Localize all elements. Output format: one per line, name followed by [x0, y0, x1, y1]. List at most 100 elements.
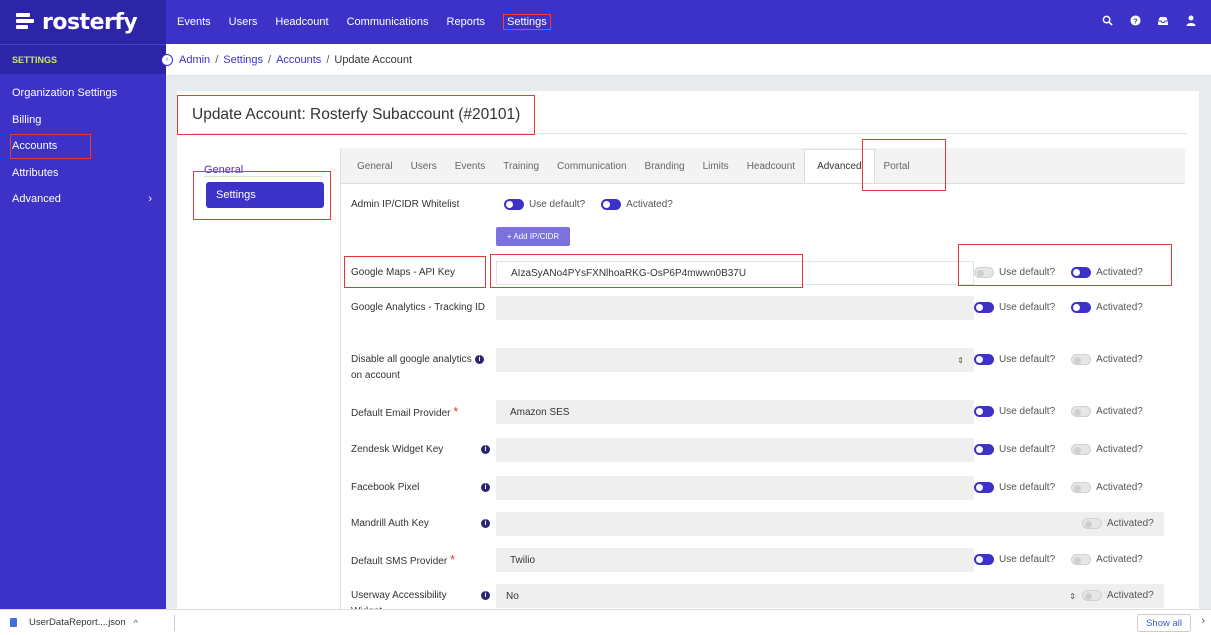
- toggle-label: Use default?: [999, 482, 1056, 493]
- breadcrumb-accounts[interactable]: Accounts: [276, 54, 321, 66]
- sidebar-item-label: Billing: [12, 113, 42, 126]
- activated-toggle[interactable]: Activated?: [1071, 444, 1143, 455]
- sidebar-item-advanced[interactable]: Advanced ›: [0, 186, 166, 213]
- toggle-switch[interactable]: [1071, 302, 1092, 313]
- nav-events[interactable]: Events: [177, 16, 211, 28]
- toggle-group: Activated?: [1082, 590, 1170, 601]
- use-default-toggle[interactable]: Use default?: [504, 199, 585, 210]
- activated-toggle[interactable]: Activated?: [1071, 554, 1143, 565]
- subnav-general[interactable]: General: [204, 164, 243, 176]
- zendesk-widget-key-input[interactable]: [496, 438, 974, 462]
- tab-events[interactable]: Events: [446, 149, 495, 183]
- tab-training[interactable]: Training: [494, 149, 548, 183]
- use-default-toggle[interactable]: Use default?: [974, 554, 1055, 565]
- breadcrumb: ‹ Admin / Settings / Accounts / Update A…: [161, 44, 1211, 76]
- page-title: Update Account: Rosterfy Subaccount (#20…: [192, 106, 521, 123]
- tab-headcount[interactable]: Headcount: [738, 149, 804, 183]
- toggle-switch[interactable]: [1071, 354, 1092, 365]
- toggle-switch[interactable]: [1071, 406, 1092, 417]
- tab-general[interactable]: General: [348, 149, 402, 183]
- breadcrumb-admin[interactable]: Admin: [179, 54, 210, 66]
- google-maps-api-key-input[interactable]: AIzaSyANo4PYsFXNlhoaRKG-OsP6P4mwwn0B37U: [496, 261, 974, 285]
- toggle-switch[interactable]: [601, 199, 622, 210]
- setting-label: Default SMS Provider *: [351, 552, 455, 570]
- tab-portal[interactable]: Portal: [875, 149, 919, 183]
- activated-toggle[interactable]: Activated?: [1071, 354, 1143, 365]
- toggle-switch[interactable]: [974, 267, 994, 278]
- tab-advanced[interactable]: Advanced: [804, 149, 875, 183]
- nav-communications[interactable]: Communications: [347, 16, 429, 28]
- toggle-switch[interactable]: [1082, 590, 1102, 601]
- chevron-right-icon[interactable]: ›: [1201, 615, 1205, 627]
- activated-toggle[interactable]: Activated?: [1082, 518, 1154, 529]
- breadcrumb-settings[interactable]: Settings: [223, 54, 263, 66]
- sidebar-item-attributes[interactable]: Attributes: [0, 160, 166, 187]
- toggle-switch[interactable]: [1071, 267, 1092, 278]
- activated-toggle[interactable]: Activated?: [1071, 302, 1143, 313]
- toggle-switch[interactable]: [1082, 518, 1102, 529]
- use-default-toggle[interactable]: Use default?: [974, 302, 1055, 313]
- tab-limits[interactable]: Limits: [694, 149, 738, 183]
- toggle-switch[interactable]: [974, 354, 994, 365]
- sidebar-item-accounts[interactable]: Accounts: [0, 133, 166, 160]
- help-icon[interactable]: ?: [1121, 15, 1149, 29]
- activated-toggle[interactable]: Activated?: [1071, 482, 1143, 493]
- mandrill-auth-key-input[interactable]: [496, 512, 1164, 536]
- disable-google-analytics-select[interactable]: ⇕: [496, 348, 974, 372]
- toggle-switch[interactable]: [504, 199, 524, 210]
- default-email-provider-input[interactable]: Amazon SES: [496, 400, 974, 424]
- rosterfy-logo-icon: [16, 12, 36, 32]
- inbox-icon[interactable]: [1149, 16, 1177, 29]
- toggle-switch[interactable]: [1071, 482, 1092, 493]
- toggle-switch[interactable]: [974, 406, 994, 417]
- chevron-up-icon[interactable]: ^: [134, 618, 138, 628]
- info-icon[interactable]: i: [481, 591, 490, 600]
- nav-headcount[interactable]: Headcount: [275, 16, 328, 28]
- select-arrows-icon: ⇕: [1069, 591, 1076, 601]
- setting-row-facebook-pixel: Facebook Pixel i Use default? Activated?: [341, 474, 1186, 502]
- use-default-toggle[interactable]: Use default?: [974, 482, 1055, 493]
- toggle-switch[interactable]: [974, 482, 994, 493]
- logo[interactable]: rosterfy: [0, 0, 166, 44]
- nav-reports[interactable]: Reports: [447, 16, 486, 28]
- activated-toggle[interactable]: Activated?: [1082, 590, 1154, 601]
- toggle-switch[interactable]: [974, 554, 994, 565]
- toggle-switch[interactable]: [1071, 554, 1092, 565]
- info-icon[interactable]: i: [481, 519, 490, 528]
- tab-bar: General Users Events Training Communicat…: [341, 148, 1185, 184]
- sidebar-item-billing[interactable]: Billing: [0, 107, 166, 134]
- nav-settings[interactable]: Settings: [503, 14, 551, 30]
- google-analytics-input[interactable]: [496, 296, 974, 320]
- tab-communication[interactable]: Communication: [548, 149, 635, 183]
- default-sms-provider-input[interactable]: Twilio: [496, 548, 974, 572]
- add-ip-cidr-button[interactable]: + Add IP/CIDR: [496, 227, 570, 246]
- show-all-button[interactable]: Show all: [1137, 614, 1191, 632]
- activated-toggle[interactable]: Activated?: [601, 199, 673, 210]
- download-item[interactable]: UserDataReport....json ^: [10, 617, 138, 628]
- userway-widget-select[interactable]: No ⇕: [496, 584, 1164, 608]
- use-default-toggle[interactable]: Use default?: [974, 406, 1055, 417]
- subnav-settings[interactable]: Settings: [206, 182, 324, 208]
- search-icon[interactable]: [1093, 15, 1121, 29]
- toggle-switch[interactable]: [974, 444, 994, 455]
- toggle-switch[interactable]: [974, 302, 994, 313]
- svg-text:?: ?: [1133, 16, 1138, 25]
- tab-branding[interactable]: Branding: [636, 149, 694, 183]
- use-default-toggle[interactable]: Use default?: [974, 444, 1055, 455]
- nav-users[interactable]: Users: [229, 16, 258, 28]
- activated-toggle[interactable]: Activated?: [1071, 267, 1143, 278]
- activated-toggle[interactable]: Activated?: [1071, 406, 1143, 417]
- breadcrumb-separator: /: [326, 53, 330, 66]
- info-icon[interactable]: i: [475, 355, 484, 364]
- sidebar-item-organization-settings[interactable]: Organization Settings: [0, 80, 166, 107]
- use-default-toggle[interactable]: Use default?: [974, 267, 1055, 278]
- info-icon[interactable]: i: [481, 483, 490, 492]
- tab-users[interactable]: Users: [402, 149, 446, 183]
- user-icon[interactable]: [1177, 15, 1205, 29]
- breadcrumb-separator: /: [268, 53, 272, 66]
- use-default-toggle[interactable]: Use default?: [974, 354, 1055, 365]
- facebook-pixel-input[interactable]: [496, 476, 974, 500]
- toggle-switch[interactable]: [1071, 444, 1092, 455]
- info-icon[interactable]: i: [481, 445, 490, 454]
- collapse-sidebar-icon[interactable]: ‹: [161, 53, 173, 66]
